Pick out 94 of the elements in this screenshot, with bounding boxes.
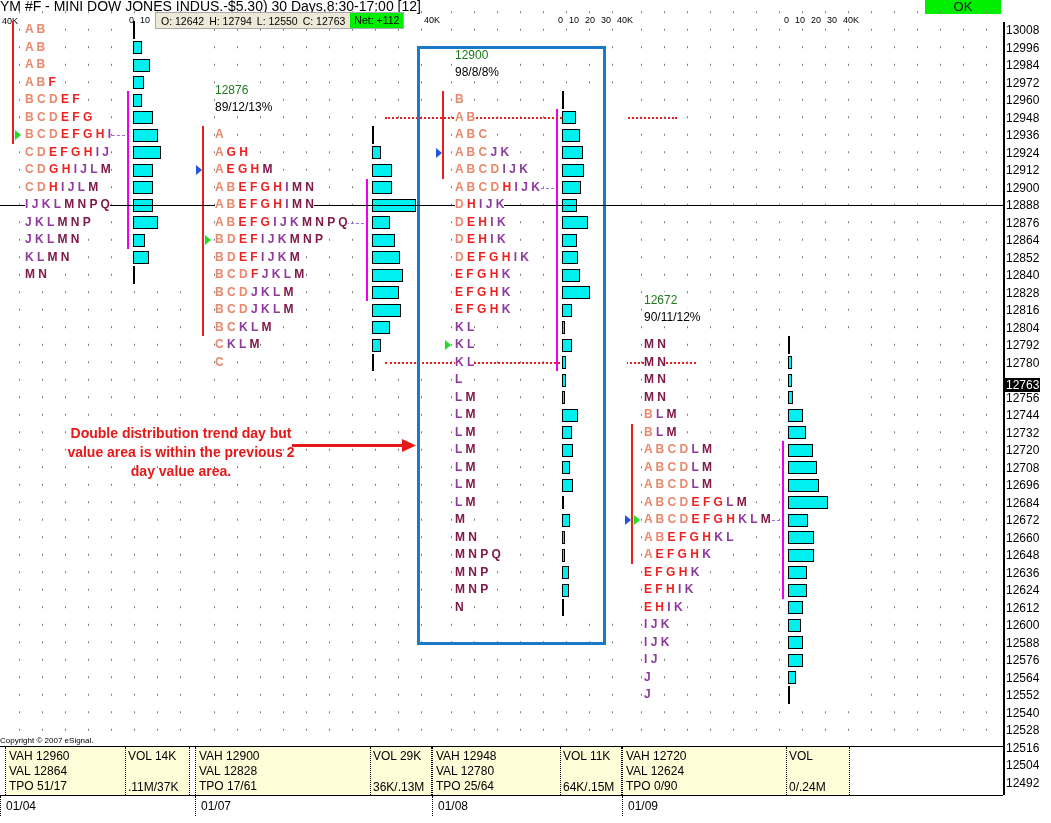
stat-text: VAL 12780 <box>436 764 496 779</box>
price-label: 12576 <box>1006 653 1040 667</box>
volume-ratio: 36K/.13M <box>373 780 426 795</box>
price-label: 12924 <box>1006 145 1040 160</box>
price-label: 12852 <box>1006 250 1040 265</box>
stat-text: VAH 12960 <box>9 749 71 764</box>
volume-ratio: 64K/.15M <box>563 780 616 795</box>
tpo-letters: A B E F G I J K M N P Q <box>215 214 348 230</box>
price-label: 12744 <box>1006 408 1040 422</box>
scale-label: 30 <box>601 15 612 26</box>
price-label: 12864 <box>1006 233 1040 247</box>
price-label: 12912 <box>1006 163 1040 177</box>
scale-label: 30 <box>827 15 838 26</box>
arrow-icon <box>292 439 416 453</box>
stat-text: TPO 25/64 <box>436 779 496 794</box>
price-label: 12552 <box>1006 688 1040 702</box>
stat-text: TPO 17/61 <box>199 779 259 794</box>
price-label: 12660 <box>1006 530 1040 545</box>
volume-text: VOL 11K <box>563 749 612 764</box>
ohlc-value: H: 12794 <box>209 14 252 27</box>
price-label: 12732 <box>1006 425 1040 440</box>
price-label: 12936 <box>1006 128 1040 142</box>
stat-text: VAH 12948 <box>436 749 498 764</box>
net-change: Net: +112 <box>350 13 404 28</box>
price-label: 12720 <box>1006 443 1040 457</box>
copyright-text: Copyright © 2007 eSignal. <box>0 736 94 746</box>
ohlc-value: L: 12550 <box>256 14 298 27</box>
price-label: 12960 <box>1006 93 1040 107</box>
price-label: 12804 <box>1006 320 1040 335</box>
ohlc-value: C: 12763 <box>302 14 346 27</box>
price-label: 12792 <box>1006 338 1040 352</box>
volume-text: VOL 14K <box>128 749 178 764</box>
volume-ratio: 0/.24M <box>789 780 827 795</box>
stat-text: VAL 12828 <box>199 764 259 779</box>
scale-label: 20 <box>585 15 596 26</box>
volume-text: VOL <box>789 749 814 764</box>
scale-label: 0 <box>784 15 789 26</box>
last-price-tag: 12763 <box>1005 378 1041 393</box>
ok-button[interactable]: OK <box>925 0 1001 14</box>
price-label: 12840 <box>1006 268 1040 282</box>
price-label: 12948 <box>1006 110 1040 125</box>
volume-text: VOL 29K <box>373 749 423 764</box>
price-label: 12612 <box>1006 600 1040 615</box>
scale-label: 40K <box>424 15 440 26</box>
price-label: 12708 <box>1006 460 1040 475</box>
price-label: 12888 <box>1006 198 1040 212</box>
price-label: 12876 <box>1006 215 1040 230</box>
scale-label: 10 <box>569 15 580 26</box>
price-label: 12528 <box>1006 723 1040 737</box>
annotation-text: Double distribution trend day but value area is within the previous 2 day value area. <box>66 424 296 481</box>
chart-title: YM #F - MINI DOW JONES INDUS.-$5.30) 30 Days,8:30-17:00 [12] <box>0 0 421 14</box>
date-label: 01/04 <box>0 796 195 816</box>
volume-ratio: .11M/37K <box>128 780 180 795</box>
stat-text: VAH 12720 <box>626 749 688 764</box>
price-label: 12588 <box>1006 635 1040 650</box>
stat-text: TPO 0/90 <box>626 779 679 794</box>
price-label: 12816 <box>1006 303 1040 317</box>
price-label: 12984 <box>1006 58 1040 72</box>
scale-label: 0 <box>558 15 563 26</box>
price-label: 12516 <box>1006 740 1040 755</box>
tpo-letters: M N P Q <box>455 547 501 563</box>
price-label: 12684 <box>1006 495 1040 510</box>
price-label: 12540 <box>1006 705 1040 720</box>
tpo-letters: I J K L M N P Q <box>25 197 110 213</box>
price-label: 12828 <box>1006 285 1040 300</box>
price-label: 12900 <box>1006 180 1040 195</box>
scale-label: 10 <box>795 15 806 26</box>
date-label: 01/09 <box>622 796 1003 816</box>
price-label: 12624 <box>1006 583 1040 597</box>
scale-label: 20 <box>811 15 822 26</box>
price-label: 12996 <box>1006 40 1040 55</box>
scale-label: 10 <box>140 15 151 26</box>
price-label: 12672 <box>1006 513 1040 527</box>
price-label: 12780 <box>1006 355 1040 370</box>
price-label: 12648 <box>1006 548 1040 562</box>
price-label: 12600 <box>1006 618 1040 632</box>
price-label: 13008 <box>1006 23 1040 37</box>
price-label: 12504 <box>1006 758 1040 772</box>
stat-text: VAL 12864 <box>9 764 69 779</box>
scale-label: 0 <box>129 15 134 26</box>
scale-label: 40K <box>617 15 634 26</box>
ohlc-value: O: 12642 <box>161 14 205 27</box>
price-label: 12636 <box>1006 565 1040 580</box>
stat-text: VAH 12900 <box>199 749 261 764</box>
scale-label: 40K <box>843 15 860 26</box>
price-label: 12972 <box>1006 75 1040 90</box>
stat-text: VAL 12624 <box>626 764 686 779</box>
price-label: 12696 <box>1006 478 1040 492</box>
date-label: 01/08 <box>432 796 622 816</box>
date-label: 01/07 <box>195 796 432 816</box>
stat-text: TPO 51/17 <box>9 779 69 794</box>
price-label: 12564 <box>1006 670 1040 685</box>
price-label: 12756 <box>1006 390 1040 405</box>
price-label: 12492 <box>1006 775 1040 790</box>
